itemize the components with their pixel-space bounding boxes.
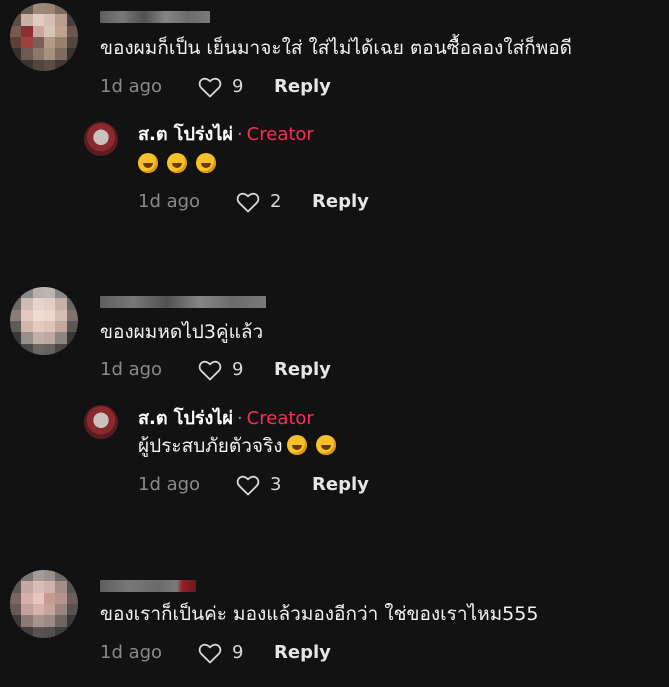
- like-button[interactable]: 9: [198, 641, 243, 665]
- rolling-on-floor-laughing-emoji: [138, 153, 158, 173]
- creator-avatar[interactable]: [84, 405, 118, 439]
- creator-avatar[interactable]: [84, 122, 118, 156]
- heart-outline-icon: [198, 643, 222, 664]
- heart-outline-icon: [198, 77, 222, 98]
- like-count: 9: [232, 642, 244, 663]
- avatar[interactable]: [10, 3, 78, 71]
- rolling-on-floor-laughing-emoji: [286, 435, 307, 455]
- separator-dot: ·: [236, 124, 243, 145]
- reply-button[interactable]: Reply: [274, 641, 331, 665]
- reply-item: ส.ต โปร่งไผ่ · Creator ผู้ประสบภัยตัวจริง …: [0, 393, 669, 513]
- like-button[interactable]: 3: [236, 473, 281, 497]
- like-count: 9: [232, 359, 244, 380]
- heart-outline-icon: [236, 192, 260, 213]
- reply-text: ผู้ประสบภัยตัวจริง: [138, 434, 345, 458]
- comment-text: ของผมหดไป3คู่แล้ว: [100, 321, 264, 343]
- like-button[interactable]: 9: [198, 358, 243, 382]
- commenter-name-redacted[interactable]: [100, 296, 266, 308]
- reply-button[interactable]: Reply: [312, 190, 369, 214]
- like-count: 9: [232, 76, 244, 97]
- reply-text-content: ผู้ประสบภัยตัวจริง: [138, 435, 283, 457]
- reply-item: ส.ต โปร่งไผ่ · Creator 1d ago 2 Reply: [0, 110, 669, 230]
- rolling-on-floor-laughing-emoji: [196, 153, 216, 173]
- reply-time: 1d ago: [138, 474, 201, 495]
- comment-time: 1d ago: [100, 359, 163, 380]
- like-button[interactable]: 9: [198, 75, 243, 99]
- reply-author-name[interactable]: ส.ต โปร่งไผ่: [138, 124, 233, 145]
- rolling-on-floor-laughing-emoji: [167, 153, 187, 173]
- avatar[interactable]: [10, 570, 78, 638]
- like-count: 3: [270, 474, 282, 495]
- separator-dot: ·: [236, 408, 243, 429]
- reply-time: 1d ago: [138, 191, 201, 212]
- comment-time: 1d ago: [100, 642, 163, 663]
- rolling-on-floor-laughing-emoji: [315, 435, 336, 455]
- heart-outline-icon: [198, 360, 222, 381]
- like-count: 2: [270, 191, 282, 212]
- reply-button[interactable]: Reply: [274, 75, 331, 99]
- creator-badge: Creator: [246, 124, 314, 145]
- reply-author-row: ส.ต โปร่งไผ่ · Creator: [138, 408, 314, 430]
- creator-badge: Creator: [246, 408, 314, 429]
- comment-item: ของเราก็เป็นค่ะ มองแล้วมองอีกว่า ใช่ของเ…: [0, 566, 669, 687]
- comment-text: ของผมก็เป็น เย็นมาจะใส่ ใส่ไม่ได้เฉย ตอน…: [100, 37, 572, 59]
- commenter-name-redacted[interactable]: [100, 580, 196, 592]
- reply-text: [138, 152, 225, 176]
- heart-outline-icon: [236, 475, 260, 496]
- reply-button[interactable]: Reply: [274, 358, 331, 382]
- comment-item: ของผมก็เป็น เย็นมาจะใส่ ใส่ไม่ได้เฉย ตอน…: [0, 0, 669, 110]
- comment-text: ของเราก็เป็นค่ะ มองแล้วมองอีกว่า ใช่ของเ…: [100, 603, 539, 625]
- avatar[interactable]: [10, 287, 78, 355]
- like-button[interactable]: 2: [236, 190, 281, 214]
- commenter-name-redacted[interactable]: [100, 11, 210, 23]
- reply-button[interactable]: Reply: [312, 473, 369, 497]
- comment-item: ของผมหดไป3คู่แล้ว 1d ago 9 Reply: [0, 283, 669, 393]
- comment-time: 1d ago: [100, 76, 163, 97]
- reply-author-row: ส.ต โปร่งไผ่ · Creator: [138, 124, 314, 146]
- reply-author-name[interactable]: ส.ต โปร่งไผ่: [138, 408, 233, 429]
